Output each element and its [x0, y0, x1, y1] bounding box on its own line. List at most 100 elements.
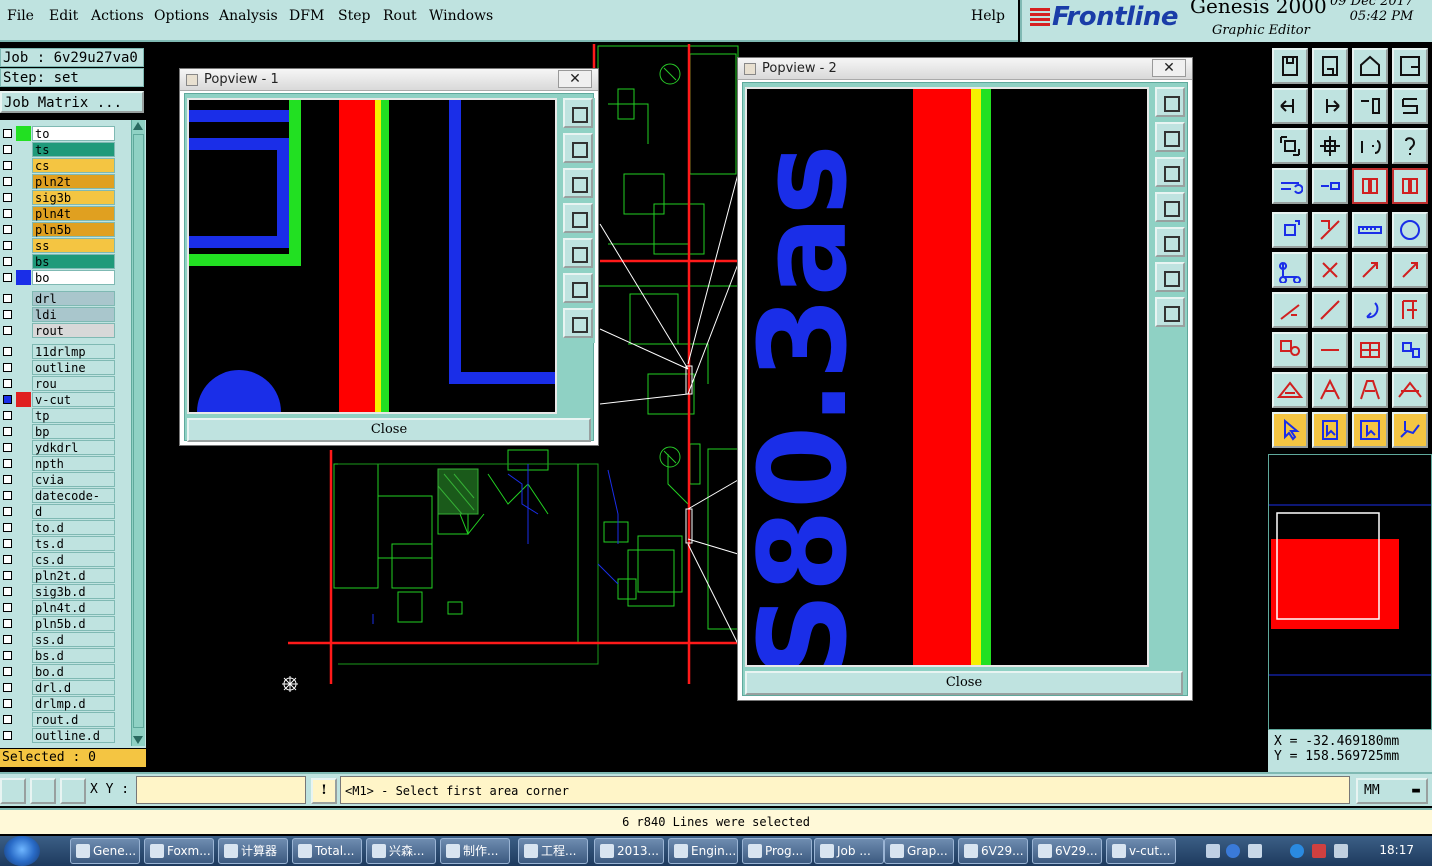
layer-checkbox[interactable] [3, 395, 12, 404]
scroll-thumb[interactable] [133, 134, 144, 728]
layer-name[interactable]: rou [32, 376, 115, 391]
layer-color-swatch[interactable] [16, 520, 31, 535]
surface-icon[interactable] [1272, 372, 1308, 408]
popview-2-window[interactable]: Popview - 2 ✕ S80.3as Close [737, 57, 1193, 701]
layer-name[interactable]: ydkdrl [32, 440, 115, 455]
layer-name[interactable]: pln4t.d [32, 600, 115, 615]
layer-row[interactable]: npth [0, 456, 118, 471]
layer-row[interactable]: 11drlmp [0, 344, 118, 359]
layer-name[interactable]: to [32, 126, 115, 141]
layer-checkbox[interactable] [3, 326, 12, 335]
layer-checkbox[interactable] [3, 310, 12, 319]
layer-down-icon[interactable] [1312, 48, 1348, 84]
layer-color-swatch[interactable] [16, 600, 31, 615]
layer-row[interactable]: rou [0, 376, 118, 391]
layer-checkbox[interactable] [3, 177, 12, 186]
layer-row[interactable]: ss [0, 238, 118, 253]
taskbar-item[interactable]: 制作... [440, 838, 510, 864]
line-icon[interactable] [1312, 332, 1348, 368]
taskbar-item[interactable]: Foxm... [144, 838, 214, 864]
popview-2-close-button[interactable]: Close [745, 671, 1183, 695]
layer-row[interactable]: to.d [0, 520, 118, 535]
zoom-out-icon[interactable] [1155, 297, 1185, 327]
layer-checkbox[interactable] [3, 715, 12, 724]
layer-checkbox[interactable] [3, 523, 12, 532]
layer-checkbox[interactable] [3, 699, 12, 708]
taskbar-item[interactable]: v-cut... [1106, 838, 1176, 864]
ruler-icon[interactable] [1352, 212, 1388, 248]
taskbar-item[interactable]: 6V29... [958, 838, 1028, 864]
layer-name[interactable]: sig3b [32, 190, 115, 205]
pan-right-icon[interactable] [1155, 227, 1185, 257]
layer-row[interactable]: sig3b.d [0, 584, 118, 599]
pan-up-icon[interactable] [1155, 122, 1185, 152]
zoom-back-icon[interactable] [1352, 88, 1388, 124]
undo-icon[interactable] [1352, 292, 1388, 328]
layer-checkbox[interactable] [3, 193, 12, 202]
layer-row[interactable]: pln5b.d [0, 616, 118, 631]
snap-icon[interactable] [0, 778, 26, 804]
layer-checkbox[interactable] [3, 459, 12, 468]
move-icon[interactable] [1352, 252, 1388, 288]
layer-color-swatch[interactable] [16, 254, 31, 269]
layer-name[interactable]: pln5b [32, 222, 115, 237]
pointer-path-icon[interactable] [1392, 412, 1428, 448]
layer-row[interactable]: bs.d [0, 648, 118, 663]
connect-icon[interactable] [1272, 252, 1308, 288]
menu-analysis[interactable]: Analysis [219, 8, 278, 24]
layer-name[interactable]: drl.d [32, 680, 115, 695]
layer-checkbox[interactable] [3, 507, 12, 516]
layer-up-icon[interactable] [1272, 48, 1308, 84]
layer-name[interactable]: rout.d [32, 712, 115, 727]
layer-name[interactable]: ts.d [32, 536, 115, 551]
layer-name[interactable]: cs.d [32, 552, 115, 567]
layer-name[interactable]: cs [32, 158, 115, 173]
popview-2-titlebar[interactable]: Popview - 2 ✕ [738, 58, 1192, 80]
layer-color-swatch[interactable] [16, 238, 31, 253]
layer-row[interactable]: bo.d [0, 664, 118, 679]
layer-color-swatch[interactable] [16, 488, 31, 503]
layer-name[interactable]: datecode-to [32, 488, 115, 517]
layer-row[interactable]: ss.d [0, 632, 118, 647]
popview-1-titlebar[interactable]: Popview - 1 ✕ [180, 69, 598, 91]
layer-checkbox[interactable] [3, 225, 12, 234]
layer-color-swatch[interactable] [16, 360, 31, 375]
triangle-icon[interactable] [1392, 372, 1428, 408]
popview-1-view[interactable] [187, 98, 557, 414]
layer-name[interactable]: npth [32, 456, 115, 471]
select-circle-icon[interactable] [1392, 212, 1428, 248]
layer-name[interactable]: ldi [32, 307, 115, 322]
layer-checkbox[interactable] [3, 555, 12, 564]
menu-file[interactable]: File [7, 8, 34, 24]
zoom-center-icon[interactable] [1312, 128, 1348, 164]
pan-left-icon[interactable] [1155, 192, 1185, 222]
layer-color-swatch[interactable] [16, 648, 31, 663]
layer-name[interactable]: bs [32, 254, 115, 269]
layer-row[interactable]: ydkdrl [0, 440, 118, 455]
start-button[interactable] [4, 836, 40, 866]
zoom-home-icon[interactable] [563, 98, 593, 128]
layer-name[interactable]: pln2t.d [32, 568, 115, 583]
layer-name[interactable]: bo.d [32, 664, 115, 679]
pan-down-icon[interactable] [1155, 157, 1185, 187]
menu-windows[interactable]: Windows [429, 8, 493, 24]
home-icon[interactable] [1352, 48, 1388, 84]
layer-name[interactable]: rout [32, 323, 115, 338]
alert-icon[interactable]: ! [311, 778, 337, 804]
layer-color-swatch[interactable] [16, 536, 31, 551]
taskbar-item[interactable]: Gene... [70, 838, 140, 864]
layer-name[interactable]: 11drlmp [32, 344, 115, 359]
scale-1-2-icon[interactable] [1352, 128, 1388, 164]
grid-icon[interactable] [60, 778, 86, 804]
taskbar-item[interactable]: Total... [292, 838, 362, 864]
zoom-fit-icon[interactable] [1272, 128, 1308, 164]
layer-name[interactable]: outline [32, 360, 115, 375]
window-icon[interactable] [1392, 48, 1428, 84]
layer-color-swatch[interactable] [16, 696, 31, 711]
close-icon[interactable]: ✕ [558, 70, 592, 88]
layer-checkbox[interactable] [3, 491, 12, 500]
help-icon[interactable] [1392, 128, 1428, 164]
antivirus-icon[interactable] [1312, 844, 1326, 858]
layer-row[interactable]: cs.d [0, 552, 118, 567]
layer-row[interactable]: v-cut [0, 392, 118, 407]
